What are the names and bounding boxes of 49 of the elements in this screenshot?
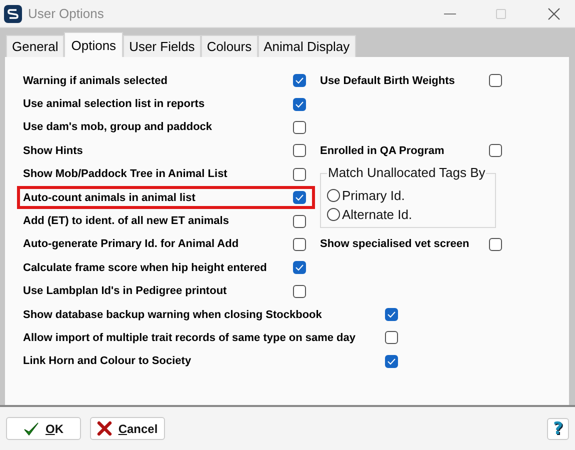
option-label: Use animal selection list in reports — [23, 98, 206, 110]
checkbox[interactable] — [293, 214, 306, 228]
tab[interactable]: Animal Display — [258, 35, 356, 57]
checkbox[interactable] — [489, 238, 502, 251]
cross-icon — [97, 421, 112, 436]
option-label: Auto-count animals in animal list — [23, 192, 196, 204]
checkbox[interactable] — [293, 238, 306, 251]
option-label: Show database backup warning when closing Stockbook — [23, 308, 323, 321]
ok-button[interactable]: OK — [6, 417, 81, 440]
option-label: Enrolled in QA Program — [320, 144, 446, 157]
option-label: Use dam's mob, group and paddock — [23, 121, 214, 134]
option-label: Use Lambplan Id's in Pedigree printout — [23, 285, 228, 298]
checkbox[interactable] — [293, 284, 306, 298]
checkbox[interactable] — [293, 144, 306, 158]
tab[interactable]: Colours — [200, 35, 258, 57]
option-label: Use Default Birth Weights — [320, 74, 456, 87]
option-label: Warning if animals selected — [23, 74, 168, 87]
checkbox[interactable] — [489, 74, 502, 88]
checkbox[interactable] — [293, 191, 306, 204]
group-title: Match Unallocated Tags By — [327, 165, 486, 180]
window-title: User Options — [28, 6, 104, 21]
help-button[interactable]: ? — [547, 418, 569, 440]
close-icon[interactable] — [548, 8, 560, 20]
checkbox[interactable] — [293, 98, 306, 111]
radio-option[interactable]: Alternate Id. — [327, 205, 412, 224]
option-label: Show Mob/Paddock Tree in Animal List — [23, 168, 228, 180]
checkbox[interactable] — [385, 354, 398, 368]
checkbox[interactable] — [385, 308, 398, 322]
minimize-icon[interactable] — [444, 12, 456, 14]
check-icon — [23, 420, 40, 436]
option-label: Show specialised vet screen — [320, 238, 470, 250]
checkbox[interactable] — [293, 261, 306, 274]
checkbox[interactable] — [489, 144, 502, 158]
checkbox[interactable] — [385, 331, 398, 344]
checkbox[interactable] — [293, 74, 306, 88]
checkbox[interactable] — [293, 168, 306, 181]
option-label: Show Hints — [23, 144, 84, 157]
option-label: Link Horn and Colour to Society — [23, 355, 192, 368]
option-label: Add (ET) to ident. of all new ET animals — [23, 215, 230, 228]
tab[interactable]: User Fields — [123, 35, 201, 57]
radio-option[interactable]: Primary Id. — [327, 186, 405, 206]
app-logo-icon — [4, 4, 22, 22]
cancel-button[interactable]: Cancel — [90, 417, 165, 440]
option-label: Calculate frame score when hip height entered — [23, 262, 268, 274]
tab[interactable]: Options — [64, 32, 124, 57]
tab[interactable]: General — [6, 35, 64, 57]
option-label: Auto-generate Primary Id. for Animal Add — [23, 238, 240, 250]
checkbox[interactable] — [293, 120, 306, 134]
option-label: Allow import of multiple trait records of same type on same day — [23, 332, 357, 344]
